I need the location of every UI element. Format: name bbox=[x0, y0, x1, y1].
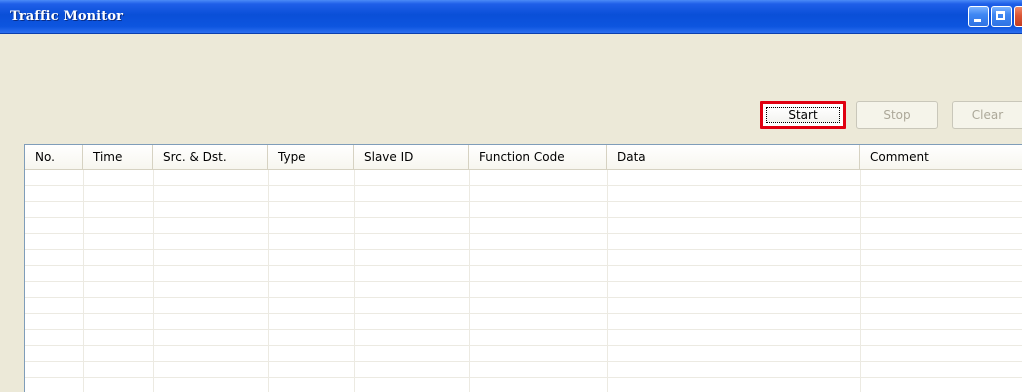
row-divider bbox=[25, 185, 1022, 186]
traffic-monitor-window: Traffic Monitor Start Stop Clear No. Tim… bbox=[0, 0, 1022, 392]
row-divider bbox=[25, 217, 1022, 218]
close-icon[interactable] bbox=[1014, 6, 1022, 27]
start-button-label: Start bbox=[766, 107, 840, 123]
table-header: No. Time Src. & Dst. Type Slave ID Funct… bbox=[25, 145, 1022, 170]
maximize-icon[interactable] bbox=[991, 6, 1012, 27]
row-divider bbox=[25, 313, 1022, 314]
window-title: Traffic Monitor bbox=[10, 9, 124, 24]
start-button[interactable]: Start bbox=[760, 101, 846, 129]
row-divider bbox=[25, 345, 1022, 346]
column-type[interactable]: Type bbox=[268, 145, 354, 169]
column-function-code[interactable]: Function Code bbox=[469, 145, 607, 169]
column-src-dst[interactable]: Src. & Dst. bbox=[153, 145, 268, 169]
row-divider bbox=[25, 265, 1022, 266]
row-divider bbox=[25, 201, 1022, 202]
column-data[interactable]: Data bbox=[607, 145, 860, 169]
window-control-buttons bbox=[968, 6, 1022, 28]
empty-table-grid bbox=[25, 170, 1022, 392]
row-divider bbox=[25, 361, 1022, 362]
clear-button[interactable]: Clear bbox=[952, 101, 1022, 129]
row-divider bbox=[25, 281, 1022, 282]
title-bar[interactable]: Traffic Monitor bbox=[0, 0, 1022, 34]
row-divider bbox=[25, 377, 1022, 378]
row-divider bbox=[25, 297, 1022, 298]
stop-button[interactable]: Stop bbox=[856, 101, 938, 129]
minimize-icon[interactable] bbox=[968, 6, 989, 27]
traffic-table[interactable]: No. Time Src. & Dst. Type Slave ID Funct… bbox=[24, 144, 1022, 392]
column-no[interactable]: No. bbox=[25, 145, 83, 169]
row-divider bbox=[25, 249, 1022, 250]
column-time[interactable]: Time bbox=[83, 145, 153, 169]
column-slave-id[interactable]: Slave ID bbox=[354, 145, 469, 169]
column-comment[interactable]: Comment bbox=[860, 145, 1022, 169]
row-divider bbox=[25, 233, 1022, 234]
row-divider bbox=[25, 329, 1022, 330]
